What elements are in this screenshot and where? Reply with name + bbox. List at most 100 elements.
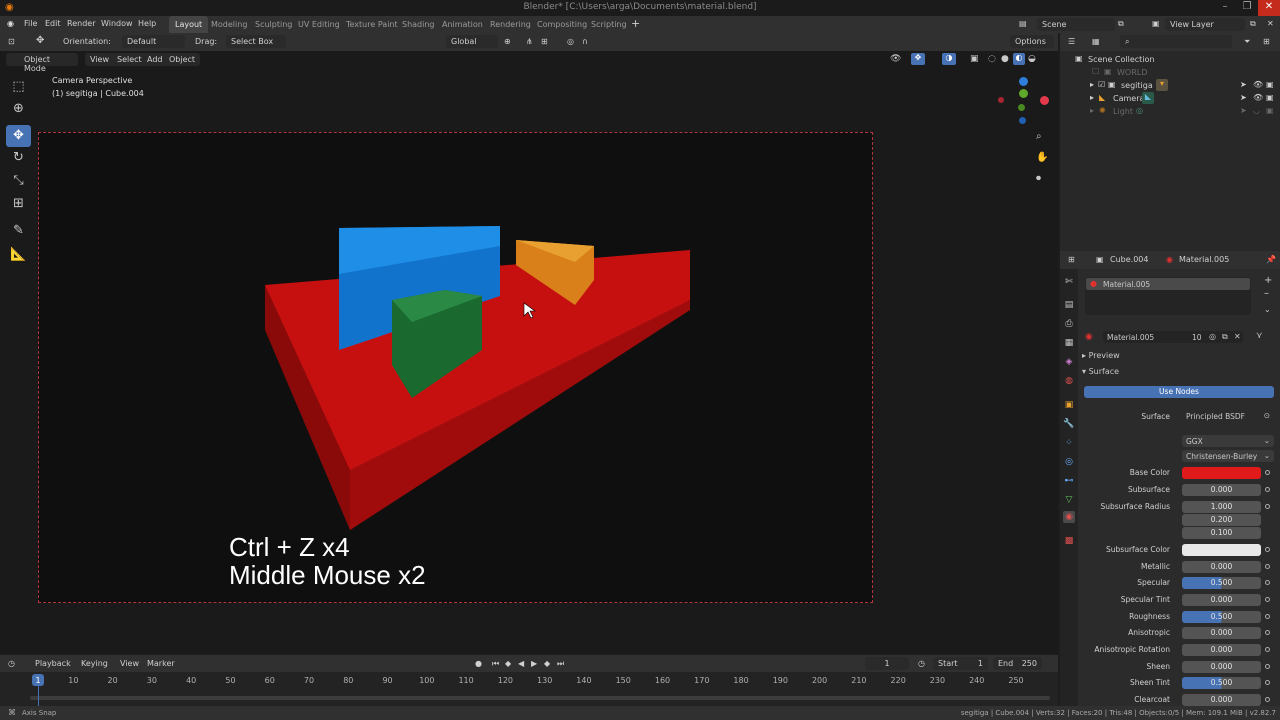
- physics-tab-icon[interactable]: ◎: [1063, 456, 1075, 468]
- eye-icon[interactable]: 👁: [1253, 80, 1263, 89]
- maximize-button[interactable]: ❐: [1236, 0, 1258, 16]
- material-users-count[interactable]: 10: [1192, 333, 1202, 342]
- current-frame-field[interactable]: 1: [865, 657, 909, 670]
- expand-arrow-icon[interactable]: ▸: [1090, 93, 1094, 102]
- outliner-editor-icon[interactable]: ☰: [1068, 37, 1075, 46]
- subsurface-method-dropdown[interactable]: Christensen-Burley ⌄: [1182, 450, 1274, 462]
- anisotropic-field[interactable]: 0.000: [1182, 627, 1261, 639]
- render-toggle-icon[interactable]: ▣: [1266, 80, 1274, 89]
- subsurface-color-field[interactable]: [1182, 544, 1261, 556]
- view-layer-icon[interactable]: ▣: [1152, 19, 1160, 28]
- unlink-material-icon[interactable]: ✕: [1234, 332, 1241, 341]
- move-tool-icon[interactable]: ✥: [6, 125, 31, 147]
- annotate-tool-icon[interactable]: ✎: [6, 220, 31, 242]
- material-datablock-field[interactable]: Material.005 10 ◎ ⧉ ✕: [1103, 331, 1243, 343]
- object-data-icon[interactable]: ▾: [1156, 79, 1168, 91]
- socket-link-icon[interactable]: [1265, 487, 1270, 492]
- end-frame-field[interactable]: End 250: [993, 657, 1042, 670]
- use-nodes-button[interactable]: Use Nodes: [1084, 386, 1274, 398]
- jump-start-icon[interactable]: ⏮: [492, 659, 499, 669]
- subsurface-field[interactable]: 0.000: [1182, 484, 1261, 496]
- socket-link-icon[interactable]: [1265, 647, 1270, 652]
- select-toggle-icon[interactable]: ➤: [1240, 80, 1247, 89]
- socket-link-icon[interactable]: [1265, 697, 1270, 702]
- timeline-scrollbar[interactable]: [30, 696, 1050, 700]
- socket-link-icon[interactable]: [1265, 564, 1270, 569]
- gizmo-neg-y-icon[interactable]: [1018, 104, 1025, 111]
- record-icon[interactable]: ●: [475, 659, 482, 668]
- surface-shader-dropdown[interactable]: Principled BSDF ⊙: [1182, 410, 1274, 422]
- distribution-dropdown[interactable]: GGX ⌄: [1182, 435, 1274, 447]
- subsurface-radius-z-field[interactable]: 0.100: [1182, 527, 1261, 539]
- scale-tool-icon[interactable]: ⤡: [6, 170, 31, 192]
- outliner-item-segitiga[interactable]: ▸ ☑ ▣ segitiga ▾ ➤ 👁 ▣: [1060, 79, 1280, 92]
- scene-tab-icon[interactable]: ◈: [1063, 356, 1075, 368]
- transform-tool-icon-2[interactable]: ⊞: [6, 193, 31, 215]
- timeline-view-menu[interactable]: View: [120, 659, 139, 668]
- expand-arrow-icon[interactable]: ▸: [1090, 106, 1094, 115]
- object-tab-icon[interactable]: ▣: [1063, 399, 1075, 411]
- outliner-item-camera[interactable]: ▸ ◣ Camera ◣ ➤ 👁 ▣: [1060, 92, 1280, 105]
- properties-editor-icon[interactable]: ⊞: [1068, 255, 1075, 264]
- outliner-root[interactable]: ▣ Scene Collection: [1060, 53, 1280, 66]
- pan-icon[interactable]: ✋: [1036, 152, 1048, 163]
- socket-link-icon[interactable]: [1265, 580, 1270, 585]
- gizmo-neg-x-icon[interactable]: [998, 97, 1004, 103]
- filter-icon[interactable]: ⏷: [1244, 37, 1250, 47]
- render-tab-icon[interactable]: ▤: [1063, 299, 1075, 311]
- light-data-icon[interactable]: ◎: [1136, 106, 1143, 115]
- fake-user-icon[interactable]: ◎: [1209, 332, 1216, 341]
- select-toggle-icon[interactable]: ➤: [1240, 106, 1247, 115]
- subsurface-radius-x-field[interactable]: 1.000: [1182, 501, 1261, 513]
- specular-tint-field[interactable]: 0.000: [1182, 594, 1261, 606]
- material-node-menu-icon[interactable]: ⋎: [1256, 331, 1263, 341]
- next-key-icon[interactable]: ◆: [544, 659, 550, 668]
- timeline-editor-icon[interactable]: ◷: [8, 659, 15, 668]
- eye-icon[interactable]: 👁: [1253, 93, 1263, 102]
- close-button[interactable]: ✕: [1258, 0, 1280, 16]
- scene-copy-icon[interactable]: ⧉: [1118, 19, 1124, 29]
- socket-link-icon[interactable]: [1265, 547, 1270, 552]
- render-toggle-icon[interactable]: ▣: [1266, 93, 1274, 102]
- gizmo-y-axis-icon[interactable]: [1019, 89, 1028, 98]
- material-browse-icon[interactable]: ◉: [1085, 332, 1093, 342]
- select-toggle-icon[interactable]: ➤: [1240, 93, 1247, 102]
- data-tab-icon[interactable]: ▽: [1063, 494, 1075, 506]
- play-icon[interactable]: ▶: [531, 659, 537, 668]
- camera-data-icon[interactable]: ◣: [1142, 92, 1154, 104]
- tool-tab-icon[interactable]: ✄: [1063, 276, 1075, 288]
- metallic-field[interactable]: 0.000: [1182, 561, 1261, 573]
- keying-menu[interactable]: Keying: [81, 659, 108, 668]
- outliner-item-light[interactable]: ▸ ✺ Light ◎ ➤ ◡ ▣: [1060, 105, 1280, 118]
- exclude-checkbox-icon[interactable]: ☐: [1092, 67, 1099, 76]
- modifier-tab-icon[interactable]: 🔧: [1063, 418, 1075, 430]
- camera-view-icon[interactable]: ⏺: [1036, 173, 1041, 184]
- sheen-field[interactable]: 0.000: [1182, 661, 1261, 673]
- base-color-field[interactable]: [1182, 467, 1261, 479]
- eye-hidden-icon[interactable]: ◡: [1253, 106, 1260, 115]
- view-layer-selector[interactable]: View Layer: [1165, 18, 1245, 31]
- pin-icon[interactable]: 📌: [1266, 255, 1276, 264]
- surface-panel-header[interactable]: ▾ Surface: [1082, 367, 1119, 376]
- outliner-search-input[interactable]: ⌕: [1120, 35, 1232, 48]
- roughness-field[interactable]: 0.500: [1182, 611, 1261, 623]
- sheen-tint-field[interactable]: 0.500: [1182, 677, 1261, 689]
- socket-link-icon[interactable]: [1265, 664, 1270, 669]
- socket-link-icon[interactable]: [1265, 470, 1270, 475]
- measure-tool-icon[interactable]: 📐: [6, 244, 31, 266]
- play-reverse-icon[interactable]: ◀: [518, 659, 524, 668]
- particles-tab-icon[interactable]: ⁘: [1063, 437, 1075, 449]
- constraints-tab-icon[interactable]: ⊷: [1063, 475, 1075, 487]
- outliner-item-world[interactable]: ☐ ▣ WORLD: [1060, 66, 1280, 79]
- clearcoat-field[interactable]: 0.000: [1182, 694, 1261, 706]
- socket-link-icon[interactable]: [1265, 504, 1270, 509]
- minimize-button[interactable]: –: [1214, 0, 1236, 16]
- rotate-tool-icon[interactable]: ↻: [6, 147, 31, 169]
- remove-slot-icon[interactable]: –: [1264, 288, 1269, 299]
- prev-key-icon[interactable]: ◆: [505, 659, 511, 668]
- view-layer-remove-icon[interactable]: ✕: [1267, 19, 1274, 28]
- specular-field[interactable]: 0.500: [1182, 577, 1261, 589]
- socket-link-icon[interactable]: [1265, 597, 1270, 602]
- add-slot-icon[interactable]: +: [1264, 275, 1272, 286]
- render-toggle-icon[interactable]: ▣: [1266, 106, 1274, 115]
